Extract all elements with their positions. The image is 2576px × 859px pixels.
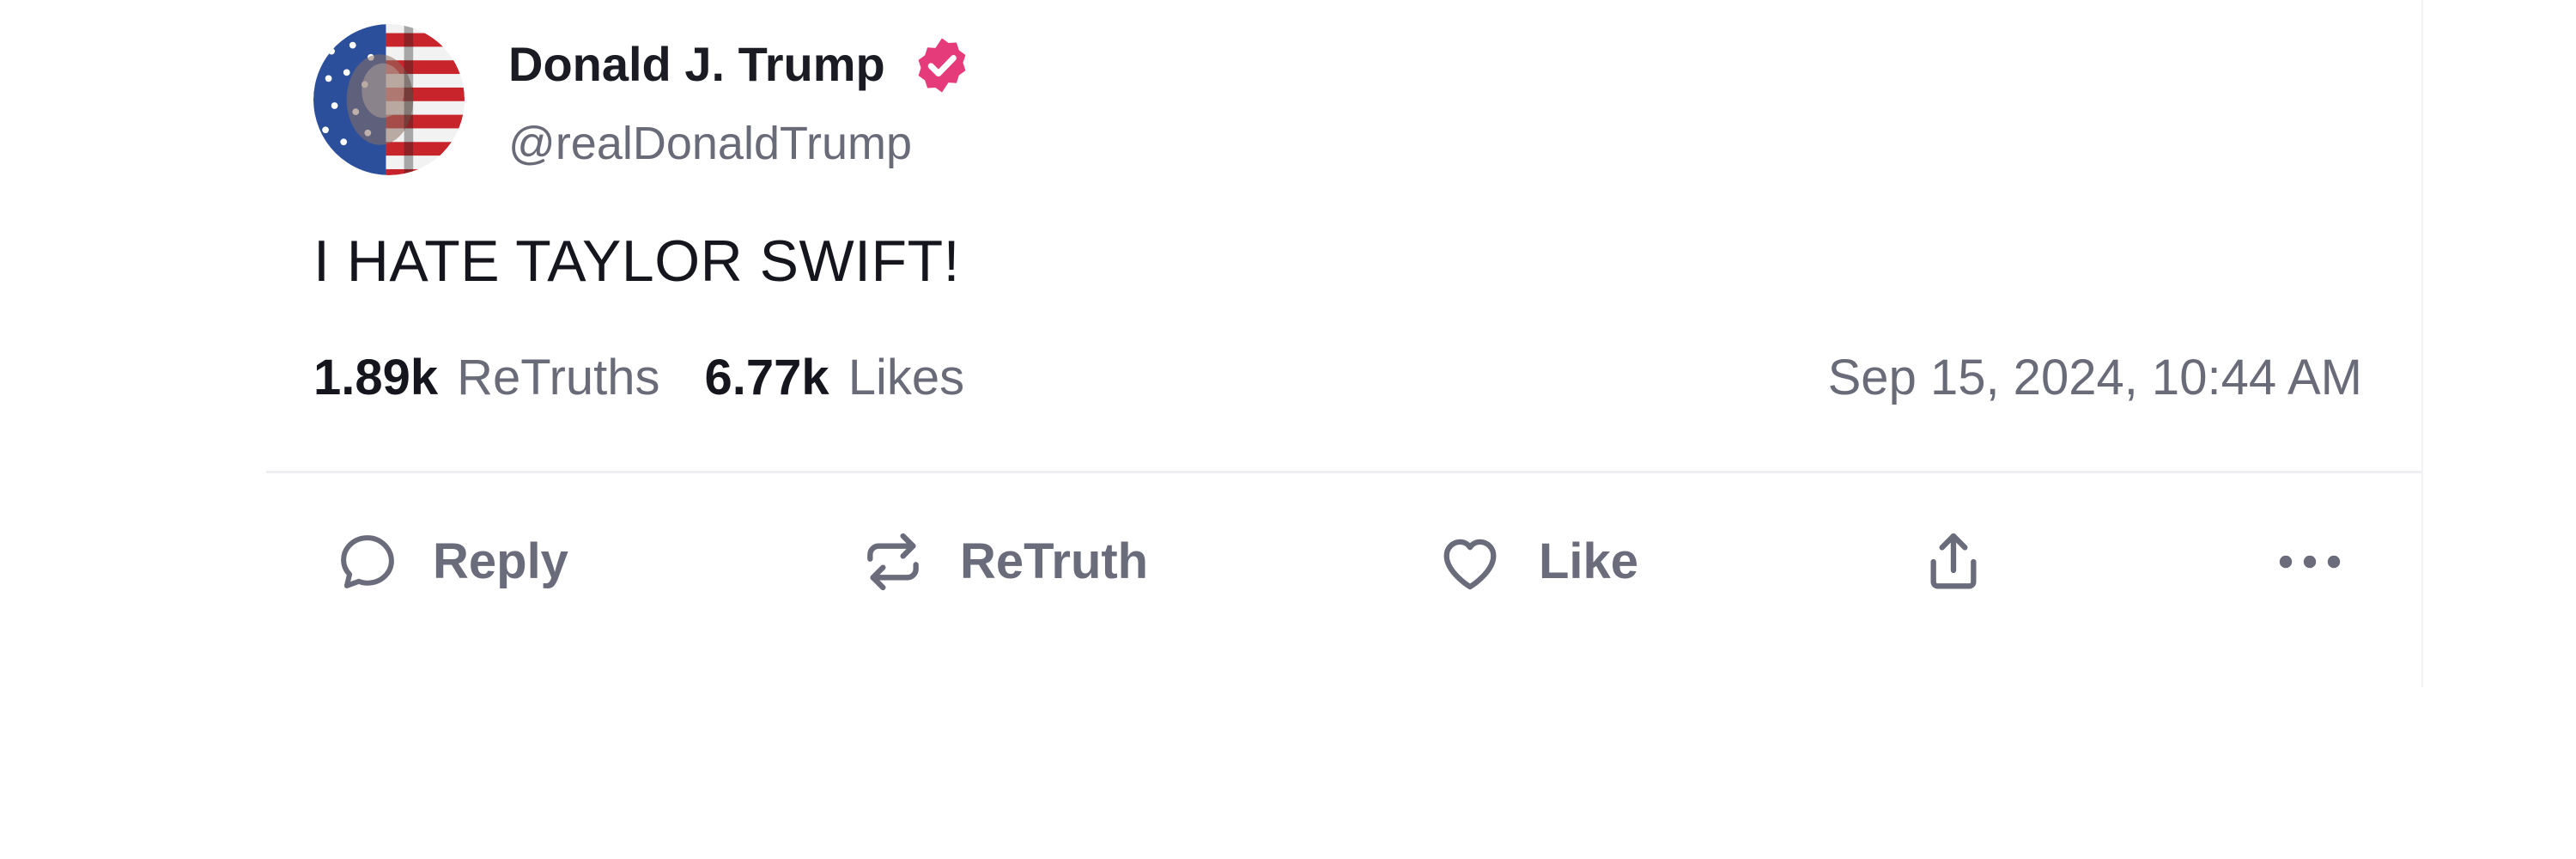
avatar[interactable] xyxy=(313,24,465,175)
like-label: Like xyxy=(1539,533,1639,589)
post-timestamp[interactable]: Sep 15, 2024, 10:44 AM xyxy=(1828,348,2362,408)
likes-stat[interactable]: 6.77k Likes xyxy=(705,348,965,408)
share-button[interactable] xyxy=(1919,526,1988,598)
post-stats: 1.89k ReTruths 6.77k Likes xyxy=(313,348,964,408)
ellipsis-icon xyxy=(2279,555,2341,569)
reply-label: Reply xyxy=(433,533,568,589)
verified-badge-icon xyxy=(912,35,972,95)
retruth-button[interactable]: ReTruth xyxy=(859,526,1148,598)
retruths-stat[interactable]: 1.89k ReTruths xyxy=(313,348,660,408)
retruth-label: ReTruth xyxy=(960,533,1149,589)
author-handle[interactable]: @realDonaldTrump xyxy=(508,113,912,174)
speech-bubble-icon xyxy=(341,535,394,588)
repost-arrows-icon xyxy=(867,533,919,591)
more-options-button[interactable] xyxy=(2275,526,2344,598)
post-card: Donald J. Trump @realDonaldTrump I HATE … xyxy=(266,0,2423,687)
likes-count: 6.77k xyxy=(704,350,829,405)
divider xyxy=(266,471,2421,473)
like-button[interactable]: Like xyxy=(1434,526,1638,598)
reply-button[interactable]: Reply xyxy=(335,526,568,598)
retruths-count: 1.89k xyxy=(313,350,439,405)
retruths-label: ReTruths xyxy=(457,350,660,405)
heart-icon xyxy=(1443,539,1497,590)
author-display-name[interactable]: Donald J. Trump xyxy=(508,34,885,94)
post-text: I HATE TAYLOR SWIFT! xyxy=(313,228,961,294)
flag-portrait-avatar-icon xyxy=(313,24,465,175)
likes-label: Likes xyxy=(848,350,965,405)
share-upload-icon xyxy=(1930,533,1977,589)
